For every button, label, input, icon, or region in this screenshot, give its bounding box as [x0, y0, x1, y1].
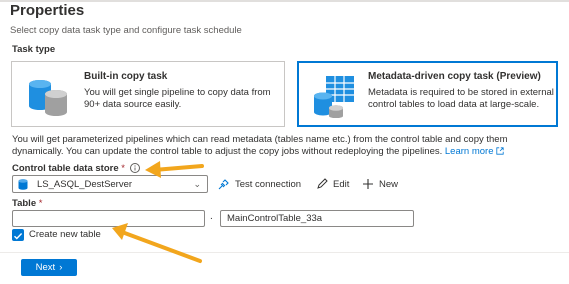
builtin-card-description: You will get single pipeline to copy dat…: [84, 87, 271, 110]
control-table-store-label: Control table data store *: [12, 163, 125, 174]
new-button[interactable]: New: [362, 176, 398, 192]
table-label: Table *: [12, 198, 42, 209]
test-connection-label: Test connection: [235, 178, 302, 190]
test-connection-button[interactable]: Test connection: [218, 176, 301, 192]
metadata-card-description: Metadata is required to be stored in ext…: [368, 87, 554, 110]
next-button[interactable]: Next ›: [21, 259, 77, 276]
top-divider: [0, 0, 569, 2]
schema-name-separator: .: [210, 211, 213, 222]
edit-label: Edit: [333, 178, 350, 190]
database-stack-icon: [29, 80, 67, 116]
info-icon[interactable]: [130, 163, 140, 173]
task-type-label: Task type: [12, 44, 56, 55]
next-label: Next: [35, 262, 56, 273]
checkmark-icon: [14, 233, 23, 240]
metadata-card-title: Metadata-driven copy task (Preview): [368, 71, 541, 82]
control-table-store-select[interactable]: LS_ASQL_DestServer ⌄: [12, 175, 208, 193]
create-new-table-checkbox[interactable]: [12, 229, 24, 241]
metadata-table-icon: [314, 76, 354, 118]
external-link-icon: [496, 147, 504, 155]
metadata-info-paragraph: You will get parameterized pipelines whi…: [12, 134, 532, 158]
plus-icon: [363, 179, 373, 189]
required-marker: *: [38, 198, 43, 209]
sql-database-icon: [18, 179, 28, 190]
control-table-store-label-text: Control table data store: [12, 163, 119, 174]
chevron-down-icon: ⌄: [193, 179, 201, 189]
table-schema-input[interactable]: [12, 210, 205, 227]
table-name-input[interactable]: [220, 210, 414, 227]
builtin-card-title: Built-in copy task: [84, 71, 168, 82]
metadata-driven-copy-task-card[interactable]: Metadata-driven copy task (Preview) Meta…: [297, 61, 558, 127]
footer-divider: [0, 252, 569, 253]
chevron-right-icon: ›: [59, 262, 63, 273]
table-label-text: Table: [12, 198, 37, 209]
builtin-copy-task-card[interactable]: Built-in copy task You will get single p…: [11, 61, 285, 127]
new-label: New: [379, 178, 399, 190]
plug-connection-icon: [218, 179, 229, 190]
learn-more-link[interactable]: Learn more: [445, 146, 494, 157]
page-subtitle: Select copy data task type and configure…: [10, 25, 242, 36]
page-title: Properties: [10, 2, 85, 19]
pencil-icon: [317, 178, 328, 189]
create-new-table-label[interactable]: Create new table: [29, 229, 101, 240]
metadata-info-text: You will get parameterized pipelines whi…: [12, 134, 508, 157]
edit-button[interactable]: Edit: [316, 176, 349, 192]
required-marker: *: [121, 163, 125, 174]
control-table-store-value: LS_ASQL_DestServer: [37, 179, 133, 190]
